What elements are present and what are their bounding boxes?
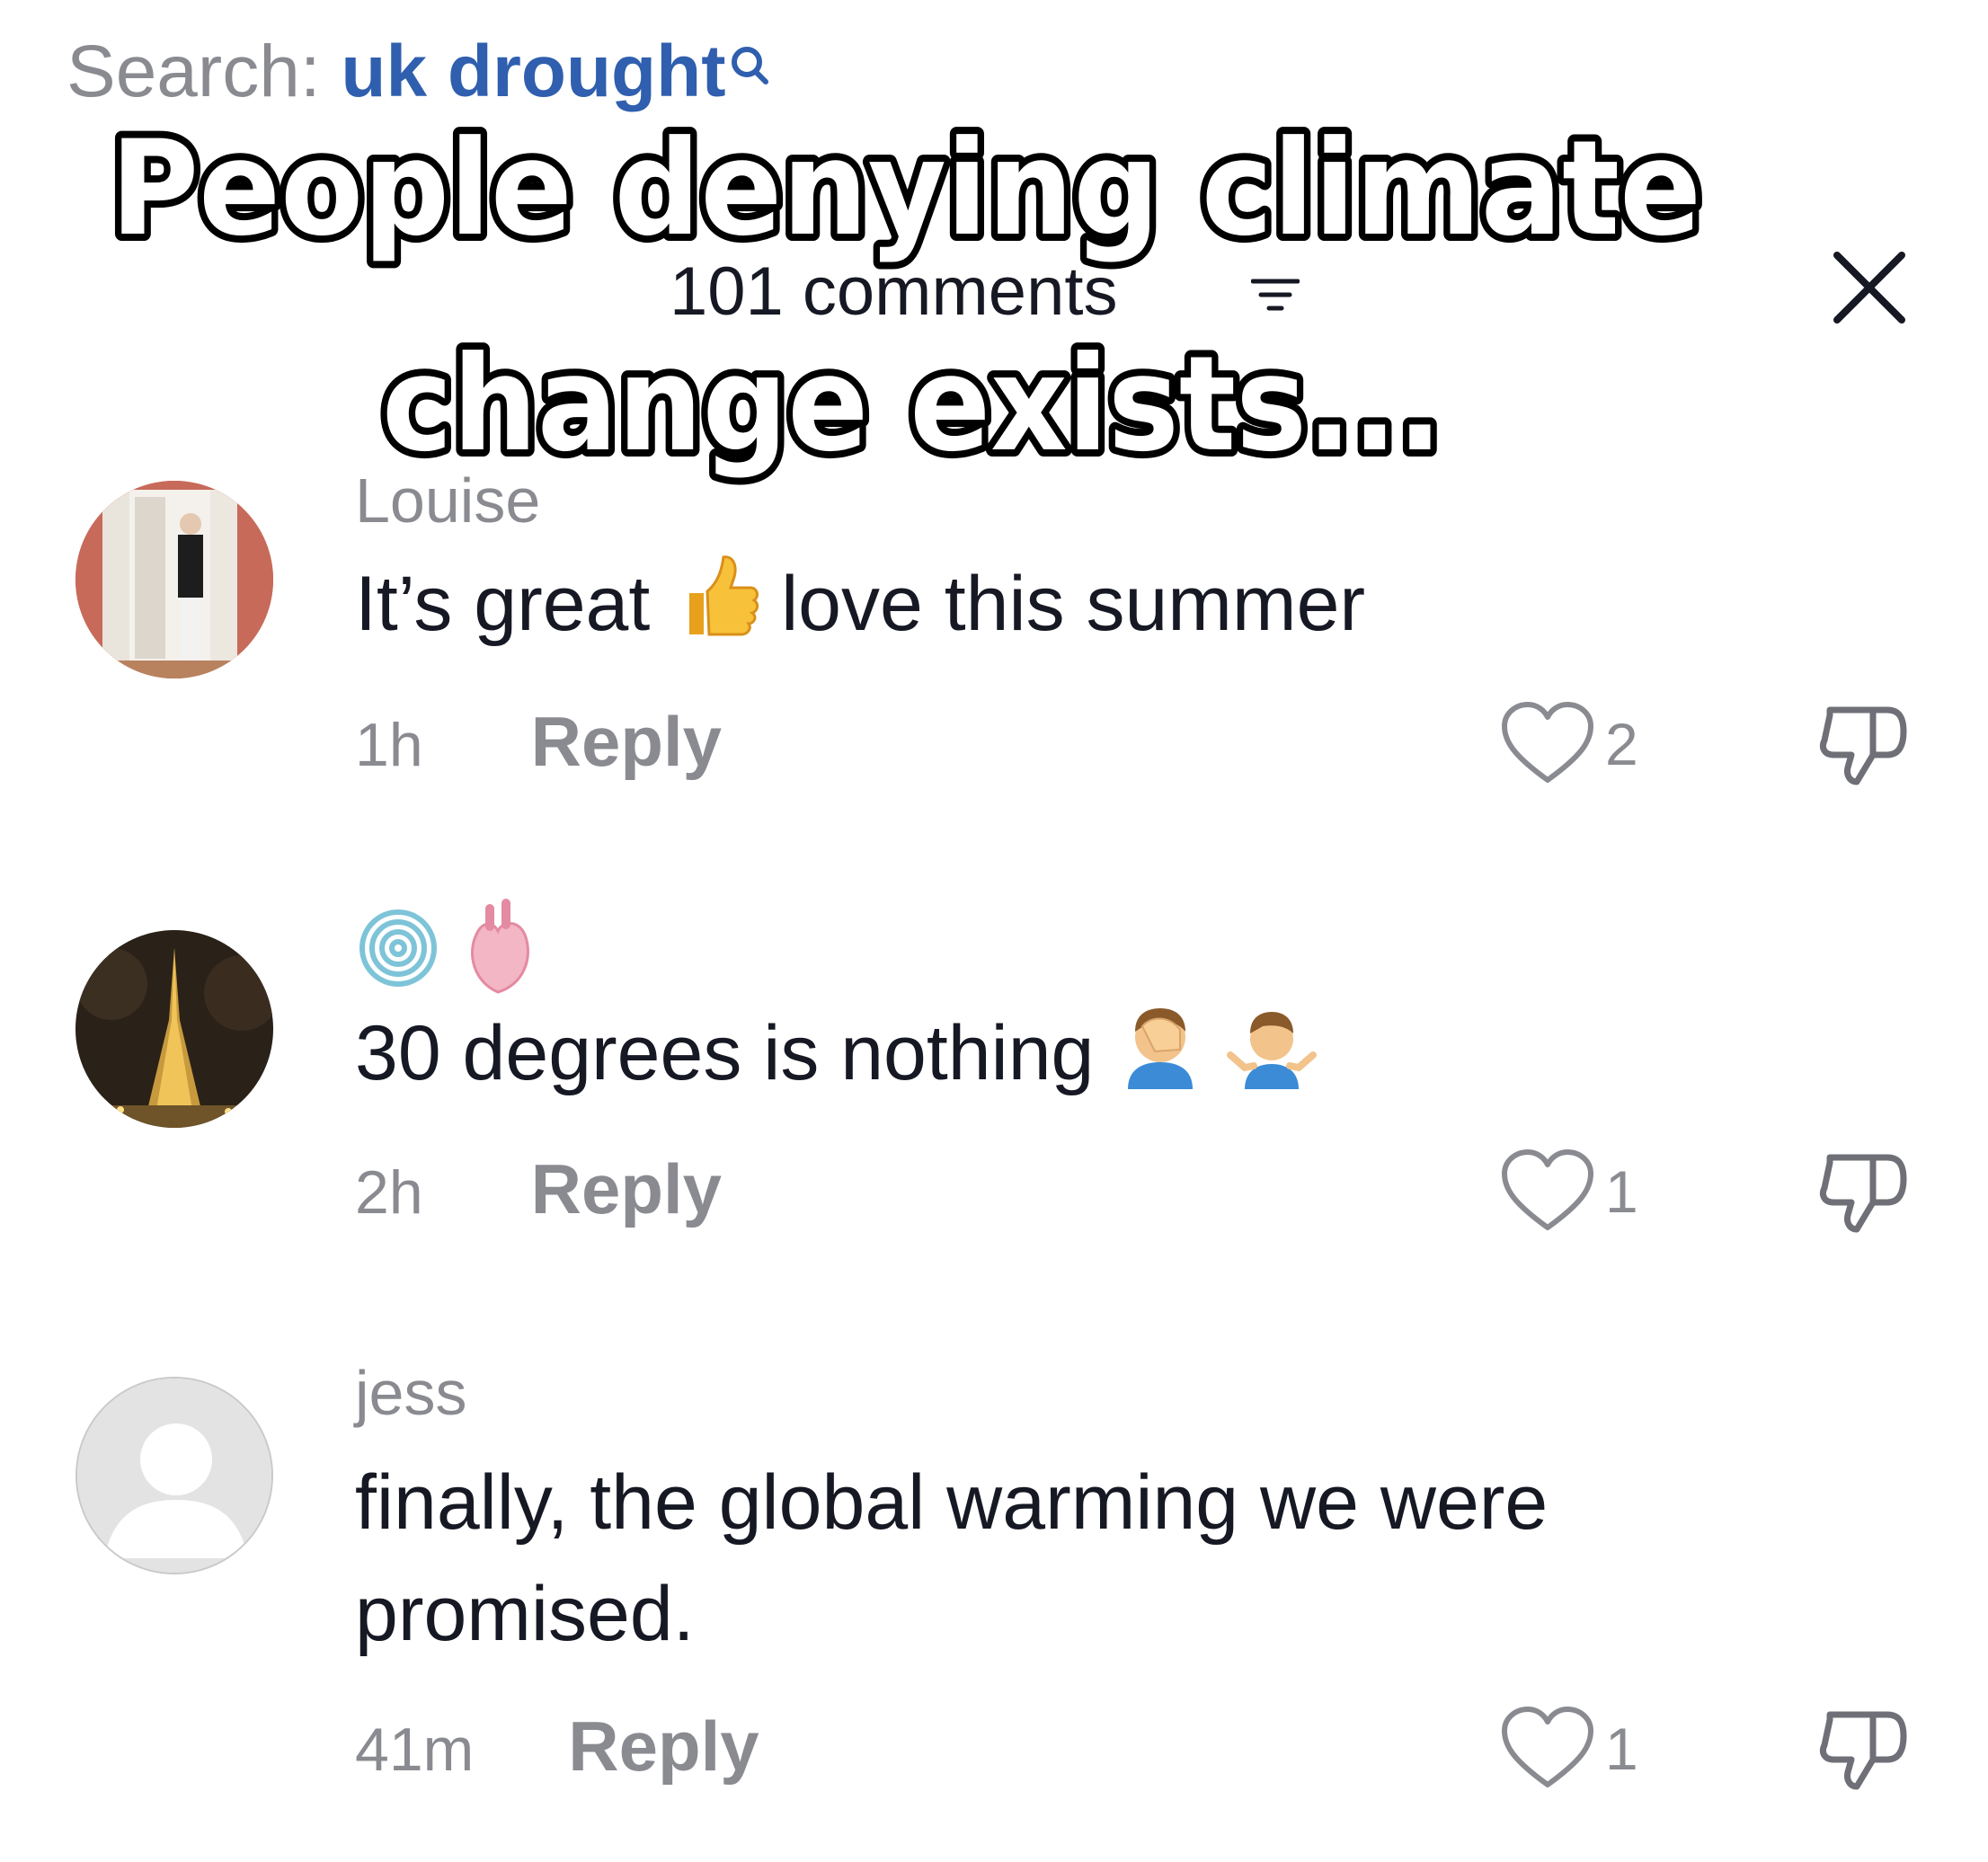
heart-icon bbox=[1502, 1707, 1593, 1787]
comment-text-part: It’s great bbox=[355, 561, 651, 647]
comment-time: 41m bbox=[355, 1716, 475, 1784]
comment-text: finally, the global warming we were prom… bbox=[355, 1459, 1549, 1657]
comment-meta: 1h Reply bbox=[355, 701, 722, 785]
thumbs-down-icon[interactable] bbox=[1814, 1139, 1913, 1238]
comment-time: 1h bbox=[355, 711, 423, 779]
comments-count: 101 comments bbox=[670, 253, 1118, 330]
reply-button[interactable]: Reply bbox=[531, 1149, 722, 1228]
like-count: 1 bbox=[1605, 1716, 1638, 1782]
avatar[interactable] bbox=[75, 481, 273, 678]
comment-meta: 2h Reply bbox=[355, 1148, 722, 1233]
search-bar[interactable]: Search: uk drought bbox=[67, 27, 769, 117]
like-count: 2 bbox=[1605, 711, 1638, 777]
comment-username[interactable]: jess bbox=[355, 1352, 466, 1433]
close-icon[interactable] bbox=[1824, 243, 1914, 332]
search-query[interactable]: uk drought bbox=[341, 31, 725, 112]
overlay-caption-line2: change exists... bbox=[382, 328, 1442, 481]
like-button[interactable]: 1 bbox=[1499, 1148, 1638, 1235]
heart-icon bbox=[1502, 702, 1593, 783]
shrug-emoji-icon bbox=[1227, 999, 1318, 1119]
search-prefix: Search: bbox=[67, 31, 321, 112]
thumbs-up-emoji-icon bbox=[671, 550, 759, 669]
comment-text-part: 30 degrees is nothing bbox=[355, 1010, 1095, 1096]
reply-button[interactable]: Reply bbox=[531, 702, 722, 781]
filter-icon[interactable] bbox=[1250, 277, 1300, 315]
comment-meta: 41m Reply bbox=[355, 1706, 759, 1790]
default-avatar[interactable] bbox=[75, 1377, 273, 1574]
comment-username[interactable]: Louise bbox=[355, 460, 540, 541]
facepalm-emoji-icon bbox=[1115, 999, 1205, 1119]
comment-text-part: love this summer bbox=[781, 561, 1366, 647]
fingerprint-icon bbox=[355, 905, 441, 1010]
comment-text: It’s great love this summer bbox=[355, 548, 1811, 669]
thumbs-down-icon[interactable] bbox=[1814, 692, 1913, 791]
like-count: 1 bbox=[1605, 1158, 1638, 1225]
heart-icon bbox=[1502, 1149, 1593, 1230]
reply-button[interactable]: Reply bbox=[568, 1707, 759, 1786]
search-icon[interactable] bbox=[730, 29, 769, 84]
comment-text: 30 degrees is nothing bbox=[355, 998, 1811, 1119]
like-button[interactable]: 2 bbox=[1499, 701, 1638, 787]
thumbs-down-icon[interactable] bbox=[1814, 1697, 1913, 1796]
avatar[interactable] bbox=[75, 930, 273, 1128]
comments-header: 101 comments bbox=[0, 243, 1988, 341]
comment-time: 2h bbox=[355, 1158, 423, 1227]
like-button[interactable]: 1 bbox=[1499, 1706, 1638, 1792]
